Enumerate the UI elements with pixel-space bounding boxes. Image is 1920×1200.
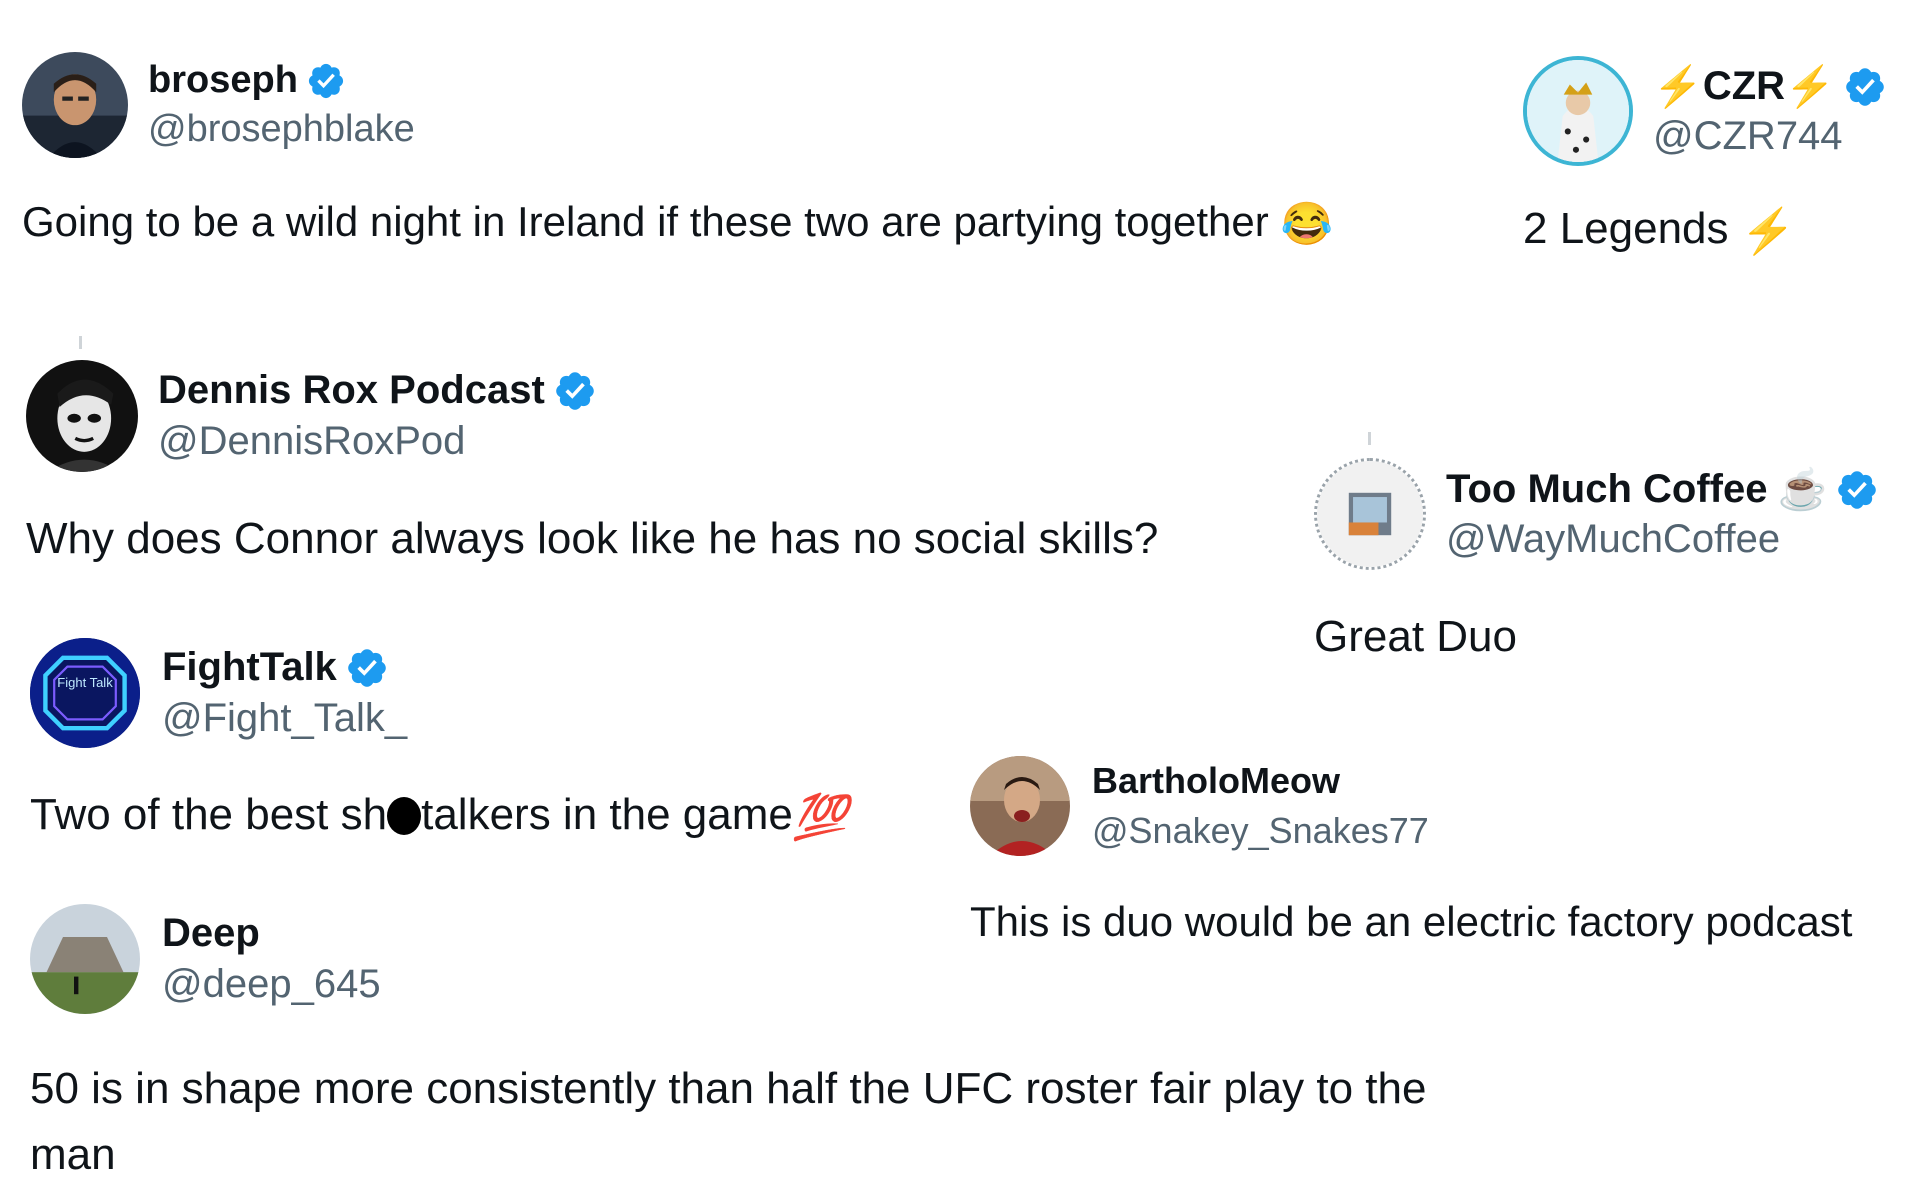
handle[interactable]: @Snakey_Snakes77 [1092,810,1429,852]
display-name[interactable]: Too Much Coffee ☕ [1446,466,1879,513]
tweet-text: Going to be a wild night in Ireland if t… [22,198,1333,248]
lightning-icon: ⚡ [1785,65,1835,109]
tweet-fighttalk[interactable]: Fight Talk FightTalk @Fight_Talk_ Two of… [30,638,848,843]
display-name[interactable]: FightTalk [162,645,407,690]
handle[interactable]: @Fight_Talk_ [162,696,407,741]
avatar[interactable] [26,360,138,472]
tweet-text: 2 Legends ⚡ [1523,204,1796,257]
tweet-text: Two of the best sh talkers in the game💯 [30,790,848,843]
avatar[interactable] [970,756,1070,856]
censor-dot [387,797,422,835]
display-name[interactable]: BartholoMeow [1092,760,1429,802]
display-name[interactable]: ⚡ CZR ⚡ [1653,63,1887,110]
tweet-text: Great Duo [1314,612,1517,661]
verified-badge-icon [1835,468,1879,512]
verified-badge-icon [553,369,597,413]
display-name[interactable]: broseph [148,59,415,102]
display-name[interactable]: Dennis Rox Podcast [158,368,597,413]
tears-of-joy-icon: 😂 [1280,200,1333,248]
tweet-dennis-rox[interactable]: Dennis Rox Podcast @DennisRoxPod Why doe… [26,360,1158,564]
verified-badge-icon [345,646,389,690]
lightning-icon: ⚡ [1740,207,1796,257]
handle[interactable]: @DennisRoxPod [158,419,597,464]
avatar[interactable] [1523,56,1633,166]
tweet-text: Why does Connor always look like he has … [26,514,1159,563]
avatar-logo-text: Fight Talk [57,675,113,690]
tweet-broseph[interactable]: broseph @brosephblake Going to be a wild… [22,52,1333,249]
thread-divider [79,336,82,349]
avatar[interactable] [30,904,140,1014]
verified-badge-icon [1843,65,1887,109]
tweet-deep[interactable]: Deep @deep_645 50 is in shape more consi… [30,904,1426,1188]
avatar[interactable]: Fight Talk [30,638,140,748]
avatar[interactable] [22,52,128,158]
handle[interactable]: @WayMuchCoffee [1446,517,1879,562]
lightning-icon: ⚡ [1653,65,1703,109]
handle[interactable]: @brosephblake [148,108,415,151]
handle[interactable]: @CZR744 [1653,114,1887,159]
hundred-points-icon: 💯 [792,793,848,843]
handle[interactable]: @deep_645 [162,962,381,1007]
tweet-czr[interactable]: ⚡ CZR ⚡ @CZR744 2 Legends ⚡ [1523,56,1887,257]
tweet-too-much-coffee[interactable]: Too Much Coffee ☕ @WayMuchCoffee Great D… [1314,458,1879,662]
display-name[interactable]: Deep [162,911,381,956]
hot-beverage-icon: ☕ [1777,468,1828,512]
tweet-text: 50 is in shape more consistently than ha… [30,1064,1427,1179]
avatar[interactable] [1314,458,1426,570]
thread-divider [1368,432,1371,445]
verified-badge-icon [306,61,346,101]
